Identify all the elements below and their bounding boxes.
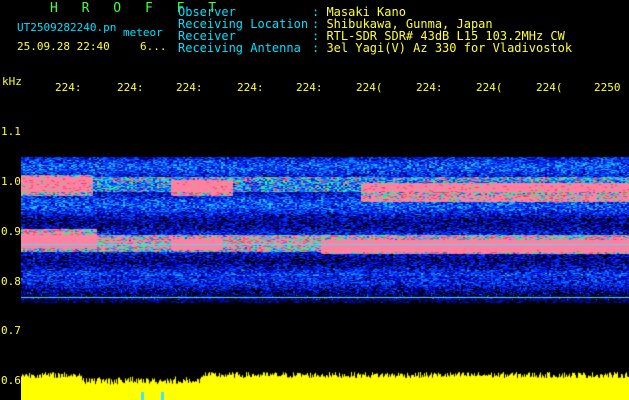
x-tick-label: 224:: [176, 81, 203, 94]
info-key: Receiving Antenna: [178, 41, 301, 55]
info-value: 3el Yagi(V) Az 330 for Vladivostok: [326, 41, 573, 55]
x-tick-label: 224(: [536, 81, 563, 94]
x-tick-label: 224:: [117, 81, 144, 94]
x-tick-label: 224:: [296, 81, 323, 94]
x-tick-label: 224:: [55, 81, 82, 94]
x-tick-label: 224(: [476, 81, 503, 94]
file-name: UT2509282240.pn: [17, 21, 117, 34]
spectrogram: [21, 95, 629, 370]
info-row-antenna: Receiving Antenna: 3el Yagi(V) Az 330 fo…: [178, 41, 573, 55]
x-tick-label: 224(: [356, 81, 383, 94]
y-tick-label: 1.0: [1, 175, 21, 188]
file-name-suffix: meteor: [123, 26, 163, 39]
y-tick-label: 0.7: [1, 324, 21, 337]
x-tick-label: 2250: [594, 81, 621, 94]
y-tick-label: 0.6: [1, 374, 21, 387]
meteor-count: 6...: [140, 40, 167, 53]
y-tick-label: 0.8: [1, 275, 21, 288]
x-tick-label: 224:: [416, 81, 443, 94]
x-tick-label: 224:: [237, 81, 264, 94]
signal-level-meter: [21, 370, 629, 400]
observation-datetime: 25.09.28 22:40: [17, 40, 110, 53]
y-axis-unit: kHz: [2, 75, 22, 88]
y-tick-label: 1.1: [1, 125, 21, 138]
y-tick-label: 0.9: [1, 225, 21, 238]
